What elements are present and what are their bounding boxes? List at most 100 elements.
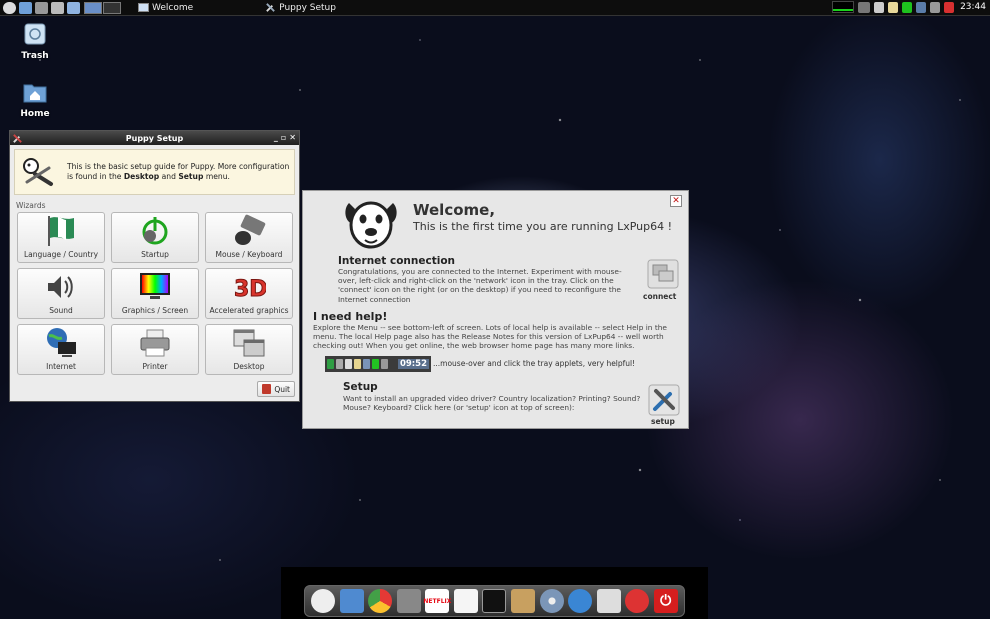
wizard-accelerated-graphics-button[interactable]: 3D Accelerated graphics [205, 268, 293, 319]
wizard-internet-button[interactable]: Internet [17, 324, 105, 375]
wizard-startup-button[interactable]: Startup [111, 212, 199, 263]
wizard-printer-button[interactable]: Printer [111, 324, 199, 375]
power-icon[interactable]: ⏻ [653, 589, 678, 613]
firewall-shield-icon[interactable] [944, 1, 955, 13]
file-manager-icon[interactable] [339, 589, 364, 613]
desktop-icon-label: Trash [21, 51, 49, 61]
lock-icon[interactable] [396, 589, 421, 613]
setup-heading: Setup [343, 381, 378, 393]
startup-power-icon [142, 217, 168, 245]
monitor-rainbow-icon [140, 273, 170, 299]
wizard-label: Internet [46, 362, 76, 371]
wizard-desktop-button[interactable]: Desktop [205, 324, 293, 375]
wizard-label: Graphics / Screen [121, 306, 189, 315]
battery-icon [372, 359, 379, 369]
intro-panel: This is the basic setup guide for Puppy.… [14, 149, 295, 195]
tray-demo-clock: 09:52 [397, 359, 429, 369]
close-button[interactable]: ✕ [289, 133, 296, 142]
disc-icon[interactable] [539, 589, 564, 613]
user-tray-icon[interactable] [930, 1, 941, 13]
quit-button[interactable]: Quit [257, 381, 295, 397]
welcome-subtitle: This is the first time you are running L… [413, 220, 673, 233]
wizard-label: Accelerated graphics [209, 306, 289, 315]
internet-heading: Internet connection [338, 255, 456, 267]
desktop-icon-trash[interactable]: Trash [10, 22, 60, 61]
wizard-label: Printer [142, 362, 168, 371]
workspace-pager[interactable] [84, 1, 122, 14]
task-label: Welcome [152, 2, 194, 13]
clipboard-icon [345, 359, 352, 369]
netflix-icon[interactable]: NETFLIX [423, 589, 451, 613]
svg-text:3D: 3D [234, 277, 266, 302]
clipboard-icon[interactable] [874, 1, 885, 13]
launcher-dock: NETFLIX ⏻ [304, 585, 685, 617]
task-label: Puppy Setup [279, 2, 336, 13]
terminal-icon[interactable] [482, 589, 507, 613]
wizard-language-country-button[interactable]: Language / Country [17, 212, 105, 263]
wizard-label: Sound [49, 306, 73, 315]
window-titlebar[interactable]: Puppy Setup _ ▫ ✕ [10, 131, 299, 145]
workspace-2[interactable] [103, 1, 121, 14]
flag-icon [48, 216, 74, 246]
setup-label[interactable]: setup [651, 417, 675, 426]
3d-icon: 3D [234, 277, 267, 303]
welcome-window: ✕ Welcome, This is the first time you ar… [302, 190, 689, 429]
file-manager-icon[interactable] [19, 1, 32, 14]
tray-demo-image: 09:52 [325, 356, 431, 372]
package-box-icon[interactable] [510, 589, 535, 613]
workspace-1[interactable] [84, 1, 102, 14]
settings-gears-icon[interactable] [568, 589, 593, 613]
puppy-menu-icon[interactable] [3, 1, 16, 14]
network-wizard-icon[interactable] [625, 589, 650, 613]
setup-icon[interactable] [648, 384, 680, 416]
task-puppy-setup[interactable]: Puppy Setup [259, 1, 342, 15]
top-panel: Welcome Puppy Setup 23:44 [0, 0, 990, 16]
document-icon[interactable] [453, 589, 478, 613]
desktop-icon-label: Home [20, 109, 50, 119]
volume-icon [336, 359, 343, 369]
windows-desktop-icon [233, 329, 265, 357]
globe-computer-icon [47, 328, 76, 357]
quit-label: Quit [274, 384, 290, 394]
monitor-icon[interactable] [35, 1, 48, 14]
internet-text: Congratulations, you are connected to th… [338, 267, 622, 304]
shield-icon [327, 359, 334, 369]
help-text: Explore the Menu -- see bottom-left of s… [313, 323, 667, 351]
network-icon[interactable] [916, 1, 927, 13]
window-icon [138, 3, 149, 12]
user-icon[interactable] [51, 1, 64, 14]
user-icon [381, 359, 388, 369]
window-title: Puppy Setup [125, 133, 184, 143]
notes-icon[interactable] [888, 1, 899, 13]
volume-icon[interactable] [858, 1, 871, 13]
wizard-graphics-screen-button[interactable]: Graphics / Screen [111, 268, 199, 319]
wizard-label: Language / Country [23, 250, 99, 259]
close-button[interactable]: ✕ [670, 195, 682, 207]
exit-icon [262, 384, 272, 394]
wizard-sound-button[interactable]: Sound [17, 268, 105, 319]
tray-caption: ...mouse-over and click the tray applets… [433, 359, 636, 368]
battery-icon[interactable] [902, 1, 913, 13]
puppy-setup-icon[interactable] [596, 589, 621, 613]
chrome-browser-icon[interactable] [368, 589, 393, 613]
show-desktop-icon[interactable] [67, 1, 80, 14]
puppy-menu-icon[interactable] [311, 589, 336, 613]
wizard-label: Startup [141, 250, 169, 259]
intro-text: This is the basic setup guide for Puppy.… [67, 162, 290, 181]
maximize-button[interactable]: ▫ [281, 133, 286, 142]
desktop-icon-home[interactable]: Home [10, 80, 60, 119]
notes-icon [354, 359, 361, 369]
network-icon [363, 359, 370, 369]
connect-label[interactable]: connect [643, 292, 676, 301]
trash-icon [24, 23, 46, 45]
connect-icon[interactable] [647, 259, 679, 289]
wizard-mouse-keyboard-button[interactable]: Mouse / Keyboard [205, 212, 293, 263]
task-welcome[interactable]: Welcome [132, 1, 199, 15]
puppy-wrench-icon [23, 158, 53, 186]
speaker-icon [48, 276, 73, 298]
cpu-monitor[interactable] [832, 1, 855, 13]
minimize-button[interactable]: _ [274, 133, 278, 142]
clock[interactable]: 23:44 [960, 2, 986, 12]
home-folder-icon [23, 84, 47, 103]
mouse-keyboard-icon [235, 214, 266, 245]
